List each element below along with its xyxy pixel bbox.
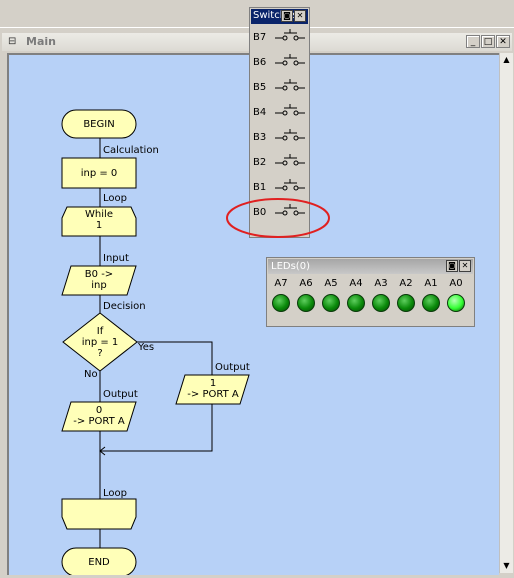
maximize-button[interactable]: □	[481, 35, 495, 48]
led-label: A7	[274, 278, 288, 289]
switch-label: B4	[253, 107, 267, 118]
push-switch-icon[interactable]	[275, 154, 305, 168]
led-a6: A6	[295, 278, 317, 312]
led-label: A3	[374, 278, 388, 289]
led-lamp-icon	[347, 294, 365, 312]
highlight-ellipse	[226, 198, 330, 238]
led-a5: A5	[320, 278, 342, 312]
led-a0: A0	[445, 278, 467, 312]
calculation-text: inp = 0	[80, 168, 118, 179]
leds-close-button[interactable]: ✕	[459, 260, 471, 272]
led-a1: A1	[420, 278, 442, 312]
switch-b4[interactable]: B4	[253, 104, 309, 122]
led-lamp-icon	[422, 294, 440, 312]
push-switch-icon[interactable]	[275, 129, 305, 143]
led-lamp-icon	[272, 294, 290, 312]
push-switch-icon[interactable]	[275, 54, 305, 68]
output-left-label: Output	[103, 389, 138, 400]
led-lamp-icon	[447, 294, 465, 312]
push-switch-icon[interactable]	[275, 79, 305, 93]
loop-end-label: Loop	[103, 488, 127, 499]
switch-b5[interactable]: B5	[253, 79, 309, 97]
push-switch-icon[interactable]	[275, 104, 305, 118]
led-lamp-icon	[397, 294, 415, 312]
push-switch-icon[interactable]	[275, 29, 305, 43]
switch-label: B7	[253, 32, 267, 43]
led-label: A6	[299, 278, 313, 289]
switch-b6[interactable]: B6	[253, 54, 309, 72]
begin-text: BEGIN	[83, 119, 115, 130]
switch-b3[interactable]: B3	[253, 129, 309, 147]
leds-titlebar[interactable]: LEDs(0) ◙ ✕	[268, 259, 473, 274]
switch-b7[interactable]: B7	[253, 29, 309, 47]
switches-window: Switches ◙ ✕ B7 B6 B5 B4 B3 B2 B1 B0	[226, 7, 330, 238]
led-a3: A3	[370, 278, 392, 312]
led-lamp-icon	[372, 294, 390, 312]
loop-label: Loop	[103, 193, 127, 204]
switch-label: B1	[253, 182, 267, 193]
led-label: A4	[349, 278, 363, 289]
decision-label: Decision	[103, 301, 146, 312]
minimize-button[interactable]: _	[466, 35, 480, 48]
leds-pin-button[interactable]: ◙	[446, 260, 458, 272]
switch-label: B2	[253, 157, 267, 168]
yes-label: Yes	[138, 342, 155, 353]
switches-titlebar[interactable]: Switches ◙ ✕	[251, 9, 308, 24]
calculation-label: Calculation	[103, 145, 159, 156]
no-label: No	[84, 369, 98, 380]
led-a2: A2	[395, 278, 417, 312]
close-button[interactable]: ✕	[496, 35, 510, 48]
output-right-text: 1 -> PORT A	[187, 378, 239, 400]
scroll-down-arrow-icon[interactable]: ▼	[501, 560, 512, 572]
input-label: Input	[103, 253, 129, 264]
output-left-text: 0 -> PORT A	[73, 405, 125, 427]
switches-pin-button[interactable]: ◙	[281, 10, 293, 22]
push-switch-icon[interactable]	[275, 179, 305, 193]
while-text: While 1	[85, 209, 113, 231]
input-text: B0 -> inp	[84, 269, 114, 291]
scroll-up-arrow-icon[interactable]: ▲	[501, 54, 512, 66]
led-label: A2	[399, 278, 413, 289]
leds-window: LEDs(0) ◙ ✕ A7 A6 A5 A4 A3 A2 A1 A0	[266, 257, 475, 327]
loop-end-shape	[61, 498, 137, 530]
led-a4: A4	[345, 278, 367, 312]
vertical-scrollbar[interactable]: ▲ ▼	[499, 53, 513, 573]
led-lamp-icon	[322, 294, 340, 312]
switch-b2[interactable]: B2	[253, 154, 309, 172]
switch-label: B3	[253, 132, 267, 143]
led-label: A1	[424, 278, 438, 289]
led-label: A5	[324, 278, 338, 289]
flowchart-window-icon: ⊟	[8, 36, 17, 47]
main-window-title: Main	[26, 35, 56, 48]
switch-label: B6	[253, 57, 267, 68]
switches-close-button[interactable]: ✕	[294, 10, 306, 22]
switch-b1[interactable]: B1	[253, 179, 309, 197]
led-lamp-icon	[297, 294, 315, 312]
switch-label: B5	[253, 82, 267, 93]
end-text: END	[88, 557, 110, 568]
led-a7: A7	[270, 278, 292, 312]
leds-title: LEDs(0)	[271, 261, 310, 272]
output-right-label: Output	[215, 362, 250, 373]
led-label: A0	[449, 278, 463, 289]
decision-text: If inp = 1 ?	[81, 326, 119, 359]
